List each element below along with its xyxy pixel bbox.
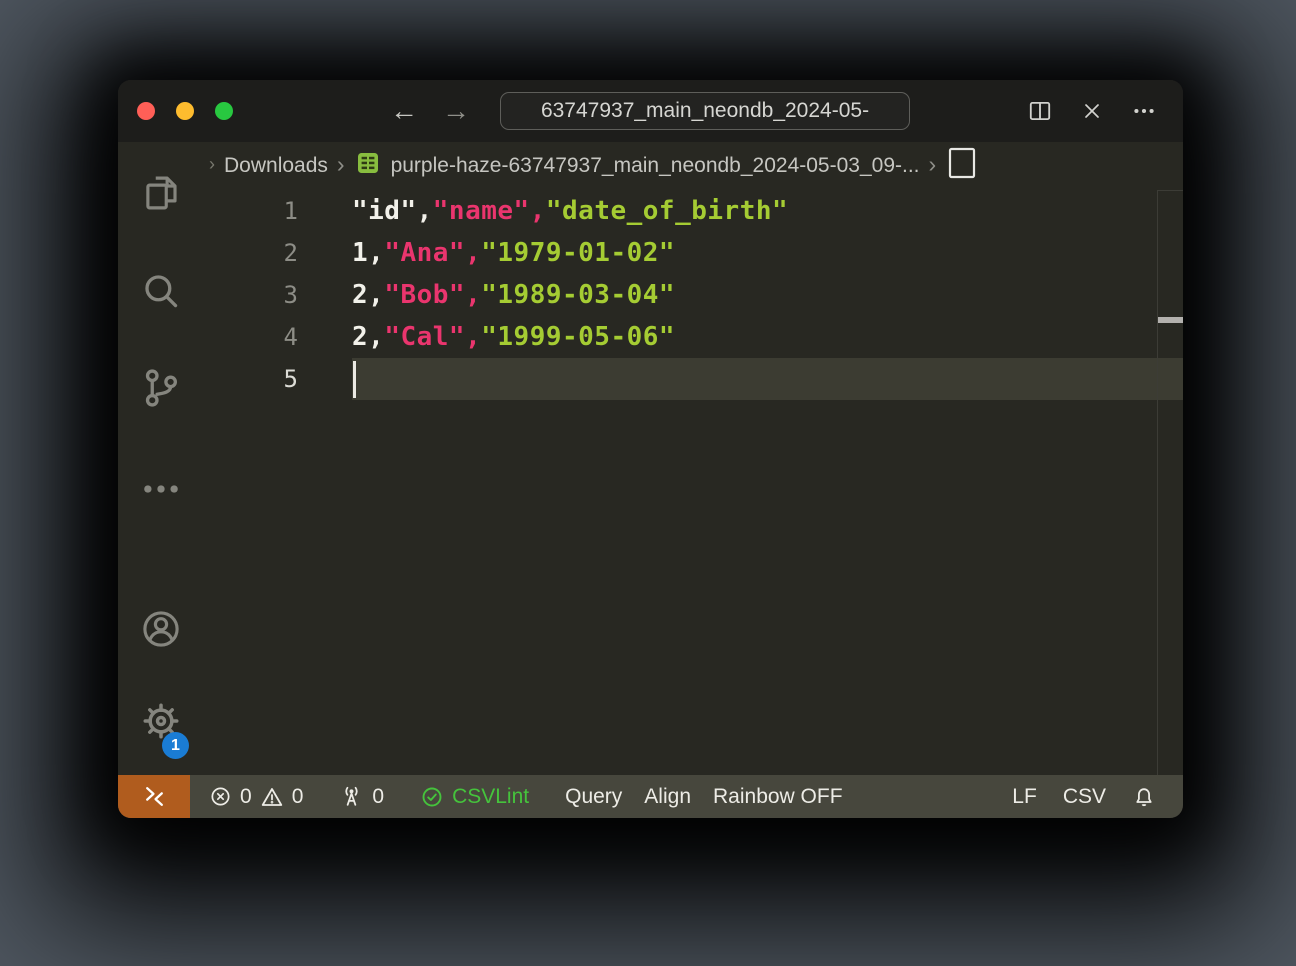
chevron-right-icon: ›: [337, 151, 345, 181]
csv-field: "date_of_birth": [546, 196, 788, 226]
ports-count: 0: [372, 785, 384, 809]
line-number: 4: [203, 323, 298, 351]
csv-field: "1989-03-04": [481, 280, 675, 310]
language-selector[interactable]: CSV: [1050, 785, 1119, 809]
accounts-icon[interactable]: [140, 608, 182, 650]
minimize-window-button[interactable]: [176, 102, 194, 120]
query-button[interactable]: Query: [554, 785, 633, 809]
window-title: 63747937_main_neondb_2024-05-: [541, 99, 869, 123]
csv-field: "1979-01-02": [481, 238, 675, 268]
explorer-icon[interactable]: [140, 172, 182, 214]
csv-field: "Bob",: [384, 280, 481, 310]
split-editor-icon[interactable]: [1027, 98, 1053, 124]
breadcrumb-filename[interactable]: purple-haze-63747937_main_neondb_2024-05…: [391, 154, 920, 178]
warning-count: 0: [292, 785, 304, 809]
chevron-right-icon: ›: [929, 151, 937, 181]
scrollbar-track[interactable]: [1157, 190, 1183, 775]
warning-icon: [260, 785, 284, 809]
vscode-window: ← → 63747937_main_neondb_2024-05-: [118, 80, 1183, 818]
zoom-window-button[interactable]: [215, 102, 233, 120]
text-cursor: [353, 361, 356, 398]
additional-views-icon[interactable]: [140, 468, 182, 510]
code-line: 3 2,"Bob","1989-03-04": [203, 274, 1183, 316]
csv-field: "Ana",: [384, 238, 481, 268]
breadcrumb-folder[interactable]: Downloads: [224, 154, 328, 178]
problems-status[interactable]: 0 0: [198, 785, 314, 809]
titlebar: ← → 63747937_main_neondb_2024-05-: [118, 80, 1183, 142]
close-editor-icon[interactable]: [1080, 99, 1104, 123]
file-symbol-icon: [947, 146, 977, 186]
code-line-active: 5: [203, 358, 1183, 400]
csv-field: 2,: [352, 322, 384, 352]
line-number: 5: [203, 365, 298, 393]
line-number: 1: [203, 197, 298, 225]
code-line: 4 2,"Cal","1999-05-06": [203, 316, 1183, 358]
notifications-button[interactable]: [1119, 785, 1169, 809]
line-number: 3: [203, 281, 298, 309]
csv-field: "name",: [433, 196, 546, 226]
radio-tower-icon: [339, 784, 364, 809]
navigate-back-icon[interactable]: ←: [390, 97, 418, 125]
csv-field: 2,: [352, 280, 384, 310]
ports-status[interactable]: 0: [328, 784, 395, 809]
bell-icon: [1132, 785, 1156, 809]
remote-icon: [142, 784, 167, 809]
close-window-button[interactable]: [137, 102, 155, 120]
scrollbar-thumb[interactable]: [1158, 317, 1183, 323]
settings-badge: 1: [162, 732, 189, 759]
source-control-icon[interactable]: [140, 367, 182, 409]
check-circle-icon: [420, 785, 444, 809]
line-number: 2: [203, 239, 298, 267]
editor-pane[interactable]: 1 "id","name","date_of_birth" 2 1,"Ana",…: [203, 190, 1183, 775]
more-actions-icon[interactable]: [1131, 98, 1157, 124]
csvlint-status[interactable]: CSVLint: [409, 785, 540, 809]
activity-bar: 1: [118, 142, 203, 775]
error-icon: [209, 785, 232, 808]
csv-file-icon: [356, 151, 380, 181]
csv-field: 1,: [352, 238, 384, 268]
eol-selector[interactable]: LF: [999, 785, 1050, 809]
chevron-right-icon: ›: [209, 154, 215, 178]
breadcrumb: › Downloads › purple-haze-63747937_main_…: [203, 142, 1183, 190]
csv-field: "id",: [352, 196, 433, 226]
rainbow-toggle[interactable]: Rainbow OFF: [702, 785, 854, 809]
search-icon[interactable]: [140, 270, 182, 312]
error-count: 0: [240, 785, 252, 809]
navigate-forward-icon[interactable]: →: [442, 97, 470, 125]
code-line: 2 1,"Ana","1979-01-02": [203, 232, 1183, 274]
align-button[interactable]: Align: [633, 785, 702, 809]
csv-field: "Cal",: [384, 322, 481, 352]
remote-indicator[interactable]: [118, 775, 190, 818]
code-line: 1 "id","name","date_of_birth": [203, 190, 1183, 232]
csvlint-label: CSVLint: [452, 785, 529, 809]
status-bar: 0 0 0 CSVLint Query Align: [118, 775, 1183, 818]
command-center-search[interactable]: 63747937_main_neondb_2024-05-: [500, 92, 910, 130]
csv-field: "1999-05-06": [481, 322, 675, 352]
traffic-lights: [137, 102, 233, 120]
